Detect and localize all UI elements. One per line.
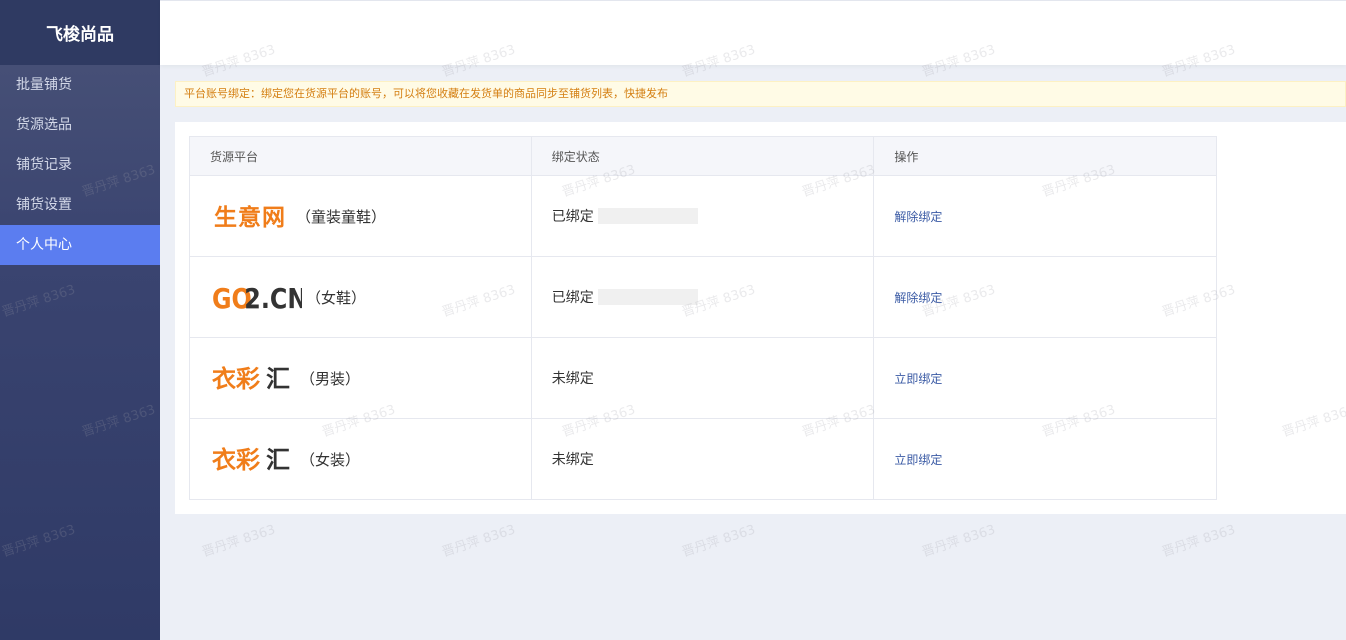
svg-text:生意网: 生意网	[214, 204, 286, 231]
platform-suffix: （女鞋）	[306, 288, 367, 307]
svg-text:衣彩: 衣彩	[212, 446, 260, 474]
yicaihui-logo: 衣彩 汇	[212, 363, 296, 393]
watermark-text: 晋丹萍 8363	[1160, 522, 1238, 561]
svg-text:汇: 汇	[266, 446, 290, 474]
brand-title: 飞梭尚品	[0, 0, 160, 65]
platform-suffix: （童装童鞋）	[296, 207, 387, 226]
bind-now-link[interactable]: 立即绑定	[894, 453, 942, 467]
unbind-link[interactable]: 解除绑定	[894, 291, 942, 305]
svg-text:汇: 汇	[266, 365, 290, 393]
masked-account	[597, 208, 698, 224]
bind-status: 未绑定	[551, 452, 594, 468]
table-row: 生意网 （童装童鞋） 已绑定 解除绑定	[189, 175, 1217, 257]
bind-status: 未绑定	[551, 371, 594, 387]
sidebar: 飞梭尚品 批量铺货 货源选品 铺货记录 铺货设置 个人中心	[0, 0, 160, 640]
svg-text:2.CN: 2.CN	[244, 283, 302, 313]
svg-text:衣彩: 衣彩	[212, 365, 260, 393]
header-platform: 货源平台	[189, 136, 532, 176]
shengyiwang-logo: 生意网	[212, 201, 292, 231]
watermark-text: 晋丹萍 8363	[440, 522, 518, 561]
table-row: 衣彩 汇 （男装） 未绑定 立即绑定	[189, 337, 1217, 419]
header-action: 操作	[873, 136, 1217, 176]
table-row: GO 2.CN （女鞋） 已绑定 解除绑定	[189, 256, 1217, 338]
table-row: 衣彩 汇 （女装） 未绑定 立即绑定	[189, 418, 1217, 500]
sidebar-item-distribution-settings[interactable]: 铺货设置	[0, 185, 160, 225]
header-status: 绑定状态	[530, 136, 875, 176]
platform-suffix: （女装）	[300, 450, 361, 469]
platform-suffix: （男装）	[300, 369, 361, 388]
table-header-row: 货源平台 绑定状态 操作	[189, 136, 1217, 176]
sidebar-item-batch-distribution[interactable]: 批量铺货	[0, 65, 160, 105]
content-panel: 货源平台 绑定状态 操作 生意网 （童装童鞋） 已绑定 解除绑定 GO 2.CN…	[175, 122, 1346, 514]
bind-status: 已绑定	[551, 209, 594, 225]
watermark-text: 晋丹萍 8363	[920, 522, 998, 561]
bind-now-link[interactable]: 立即绑定	[894, 372, 942, 386]
sidebar-item-product-selection[interactable]: 货源选品	[0, 105, 160, 145]
platform-table: 货源平台 绑定状态 操作 生意网 （童装童鞋） 已绑定 解除绑定 GO 2.CN…	[189, 136, 1217, 500]
go2cn-logo: GO 2.CN	[212, 281, 302, 313]
unbind-link[interactable]: 解除绑定	[894, 210, 942, 224]
top-bar	[160, 0, 1346, 65]
bind-status: 已绑定	[551, 290, 594, 306]
watermark-text: 晋丹萍 8363	[200, 522, 278, 561]
sidebar-item-distribution-records[interactable]: 铺货记录	[0, 145, 160, 185]
notice-banner: 平台账号绑定：绑定您在货源平台的账号，可以将您收藏在发货单的商品同步至铺货列表，…	[175, 81, 1346, 107]
sidebar-item-personal-center[interactable]: 个人中心	[0, 225, 160, 265]
watermark-text: 晋丹萍 8363	[680, 522, 758, 561]
masked-account	[597, 289, 698, 305]
yicaihui-logo: 衣彩 汇	[212, 444, 296, 474]
